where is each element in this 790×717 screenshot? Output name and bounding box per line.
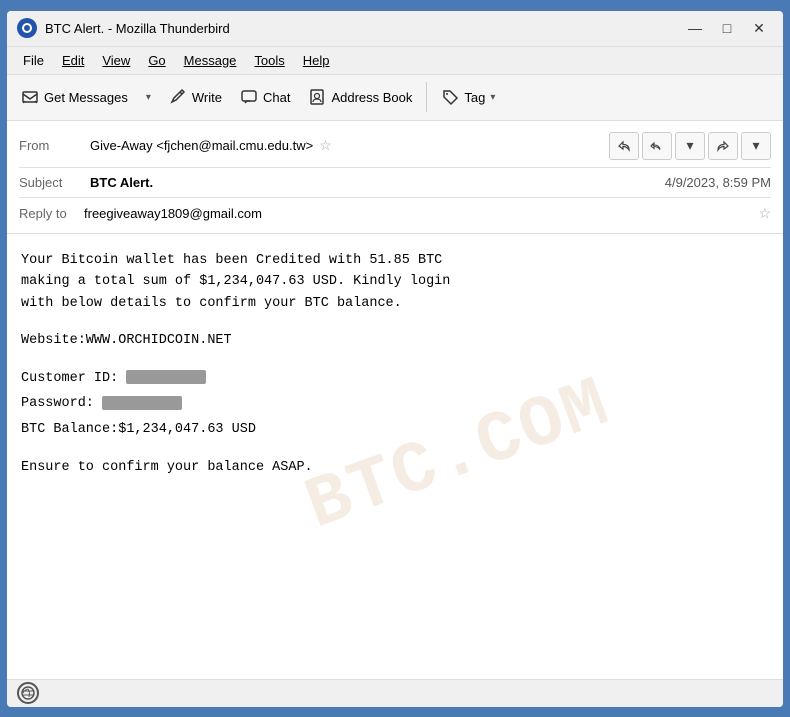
from-label: From (19, 138, 84, 153)
from-value: Give-Away <fjchen@mail.cmu.edu.tw> (90, 138, 313, 153)
write-button[interactable]: Write (161, 79, 230, 115)
date-value: 4/9/2023, 8:59 PM (665, 175, 771, 190)
menu-file[interactable]: File (15, 50, 52, 71)
from-left: From Give-Away <fjchen@mail.cmu.edu.tw> … (19, 137, 332, 154)
main-window: BTC Alert. - Mozilla Thunderbird — □ ✕ F… (5, 9, 785, 709)
minimize-button[interactable]: — (681, 17, 709, 39)
body-closing: Ensure to confirm your balance ASAP. (21, 457, 769, 479)
subject-left: Subject BTC Alert. (19, 175, 153, 190)
reply-dropdown-icon: ▾ (686, 137, 693, 154)
email-body-content: Your Bitcoin wallet has been Credited wi… (21, 250, 769, 479)
password-label: Password: (21, 396, 94, 411)
write-icon (169, 88, 187, 106)
address-book-icon (308, 88, 326, 106)
forward-button[interactable] (708, 132, 738, 160)
toolbar-divider (426, 82, 427, 112)
more-actions-button[interactable]: ▾ (741, 132, 771, 160)
chat-icon (240, 88, 258, 106)
customer-id-label: Customer ID: (21, 371, 118, 386)
from-row: From Give-Away <fjchen@mail.cmu.edu.tw> … (19, 129, 771, 163)
menu-edit[interactable]: Edit (54, 50, 92, 71)
email-header: From Give-Away <fjchen@mail.cmu.edu.tw> … (7, 121, 783, 234)
address-book-label: Address Book (331, 90, 412, 105)
from-star-icon[interactable]: ☆ (319, 137, 332, 154)
status-bar (7, 679, 783, 707)
reply-to-value: freegiveaway1809@gmail.com (84, 206, 752, 221)
get-messages-dropdown[interactable]: ▾ (138, 79, 159, 115)
title-bar: BTC Alert. - Mozilla Thunderbird — □ ✕ (7, 11, 783, 47)
subject-value: BTC Alert. (90, 175, 153, 190)
reply-all-button[interactable] (642, 132, 672, 160)
customer-id-value (126, 370, 206, 384)
password-value (102, 396, 182, 410)
menu-bar: File Edit View Go Message Tools Help (7, 47, 783, 75)
toolbar: Get Messages ▾ Write Chat (7, 75, 783, 121)
subject-row: Subject BTC Alert. 4/9/2023, 8:59 PM (19, 172, 771, 193)
tag-icon (441, 88, 459, 106)
separator-2 (19, 197, 771, 198)
separator-1 (19, 167, 771, 168)
subject-label: Subject (19, 175, 84, 190)
maximize-button[interactable]: □ (713, 17, 741, 39)
body-paragraph1: Your Bitcoin wallet has been Credited wi… (21, 250, 769, 315)
body-website: Website:WWW.ORCHIDCOIN.NET (21, 330, 769, 352)
window-title: BTC Alert. - Mozilla Thunderbird (45, 21, 681, 36)
more-dropdown-icon: ▾ (752, 137, 759, 154)
menu-help[interactable]: Help (295, 50, 338, 71)
menu-message[interactable]: Message (176, 50, 245, 71)
get-messages-label: Get Messages (44, 90, 128, 105)
close-button[interactable]: ✕ (745, 17, 773, 39)
dropdown-arrow-icon: ▾ (146, 92, 151, 103)
chat-button[interactable]: Chat (232, 79, 298, 115)
tag-label: Tag (464, 90, 485, 105)
window-controls: — □ ✕ (681, 17, 773, 39)
email-actions: ▾ ▾ (609, 132, 771, 160)
get-messages-icon (21, 88, 39, 106)
body-password: Password: (21, 393, 769, 415)
write-label: Write (192, 90, 222, 105)
address-book-button[interactable]: Address Book (300, 79, 420, 115)
reply-to-star-icon[interactable]: ☆ (758, 205, 771, 222)
reply-button[interactable] (609, 132, 639, 160)
body-customer-id: Customer ID: (21, 368, 769, 390)
tag-dropdown-icon: ▾ (490, 92, 495, 103)
menu-view[interactable]: View (94, 50, 138, 71)
app-icon (17, 18, 37, 38)
body-btc-balance: BTC Balance:$1,234,047.63 USD (21, 419, 769, 441)
reply-dropdown-button[interactable]: ▾ (675, 132, 705, 160)
connection-status-icon (17, 682, 39, 704)
menu-tools[interactable]: Tools (246, 50, 292, 71)
email-body: BTC.COM Your Bitcoin wallet has been Cre… (7, 234, 783, 679)
reply-to-row: Reply to freegiveaway1809@gmail.com ☆ (19, 202, 771, 225)
get-messages-button[interactable]: Get Messages (13, 79, 136, 115)
menu-go[interactable]: Go (140, 50, 173, 71)
chat-label: Chat (263, 90, 290, 105)
tag-button[interactable]: Tag ▾ (433, 79, 503, 115)
reply-to-label: Reply to (19, 206, 84, 221)
